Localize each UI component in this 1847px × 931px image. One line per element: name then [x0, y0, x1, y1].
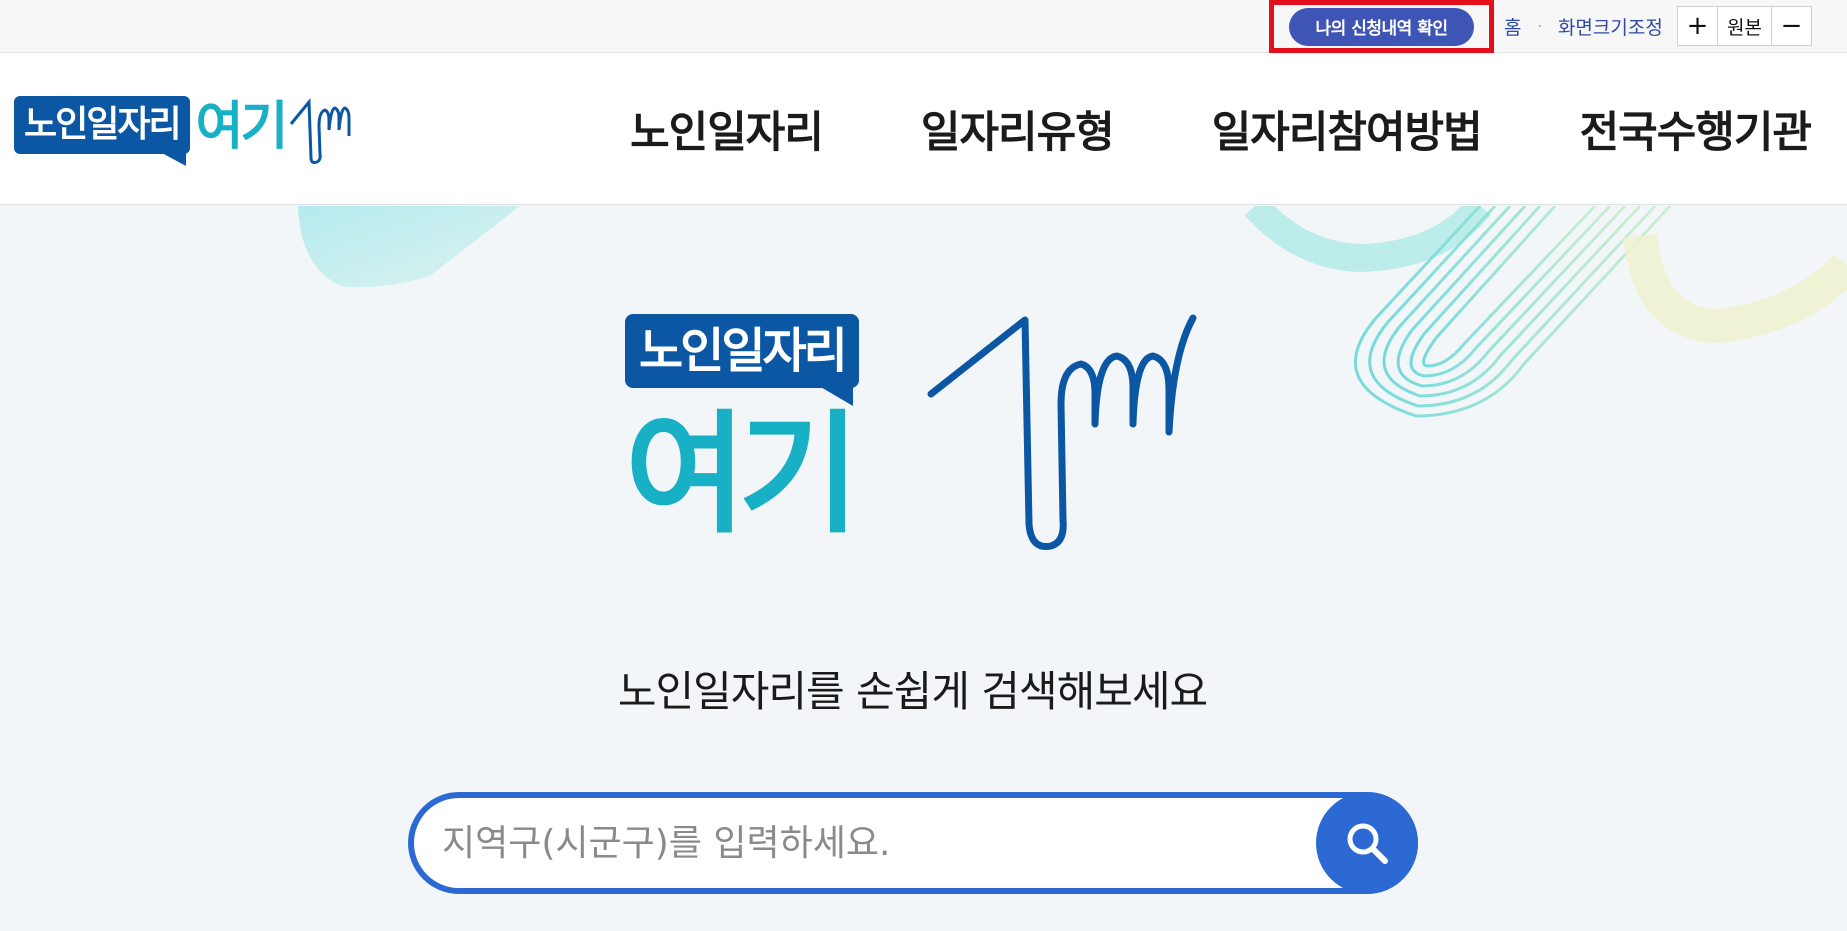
zoom-out-button[interactable]: − [1771, 6, 1812, 46]
nav-job-types[interactable]: 일자리유형 [921, 98, 1115, 160]
region-search-input[interactable] [414, 798, 1412, 888]
pointing-finger-icon [290, 97, 351, 164]
utility-links: 홈 · 화면크기조정 [1504, 0, 1663, 53]
logo-bubble-text: 노인일자리 [14, 96, 190, 166]
highlight-box: 나의 신청내역 확인 [1269, 0, 1494, 53]
hero-tagline: 노인일자리를 손쉽게 검색해보세요 [617, 667, 1208, 716]
hero-logo-main-text: 여기 [625, 398, 860, 552]
zoom-controls: + 원본 − [1677, 6, 1812, 46]
pointing-finger-icon [927, 314, 1197, 551]
my-application-check-button[interactable]: 나의 신청내역 확인 [1289, 7, 1474, 46]
nav-agencies[interactable]: 전국수행기관 [1580, 98, 1812, 160]
hero-logo: 노인일자리 여기 [625, 314, 1205, 554]
search-icon [1347, 823, 1388, 864]
separator-dot: · [1537, 18, 1542, 35]
nav-how-to-join[interactable]: 일자리참여방법 [1212, 98, 1483, 160]
hero-section: 노인일자리 여기 노인일자리를 손쉽게 검색해보세요 [0, 206, 1847, 931]
search-button[interactable] [1316, 792, 1418, 894]
site-header: 노인일자리 여기 노인일자리 일자리유형 일자리참여방법 전국수행기관 [0, 53, 1847, 205]
nav-senior-jobs[interactable]: 노인일자리 [630, 98, 824, 160]
screen-size-label: 화면크기조정 [1557, 17, 1663, 39]
hero-logo-bubble-text: 노인일자리 [625, 314, 859, 406]
zoom-in-button[interactable]: + [1677, 6, 1718, 46]
zoom-original-button[interactable]: 원본 [1717, 6, 1772, 46]
site-logo[interactable]: 노인일자리 여기 [14, 96, 359, 166]
home-link[interactable]: 홈 [1504, 13, 1521, 40]
search-bar [408, 792, 1418, 894]
utility-bar: 나의 신청내역 확인 홈 · 화면크기조정 + 원본 − [0, 0, 1847, 53]
main-nav: 노인일자리 일자리유형 일자리참여방법 전국수행기관 [532, 53, 1812, 205]
logo-main-text: 여기 [195, 97, 289, 157]
